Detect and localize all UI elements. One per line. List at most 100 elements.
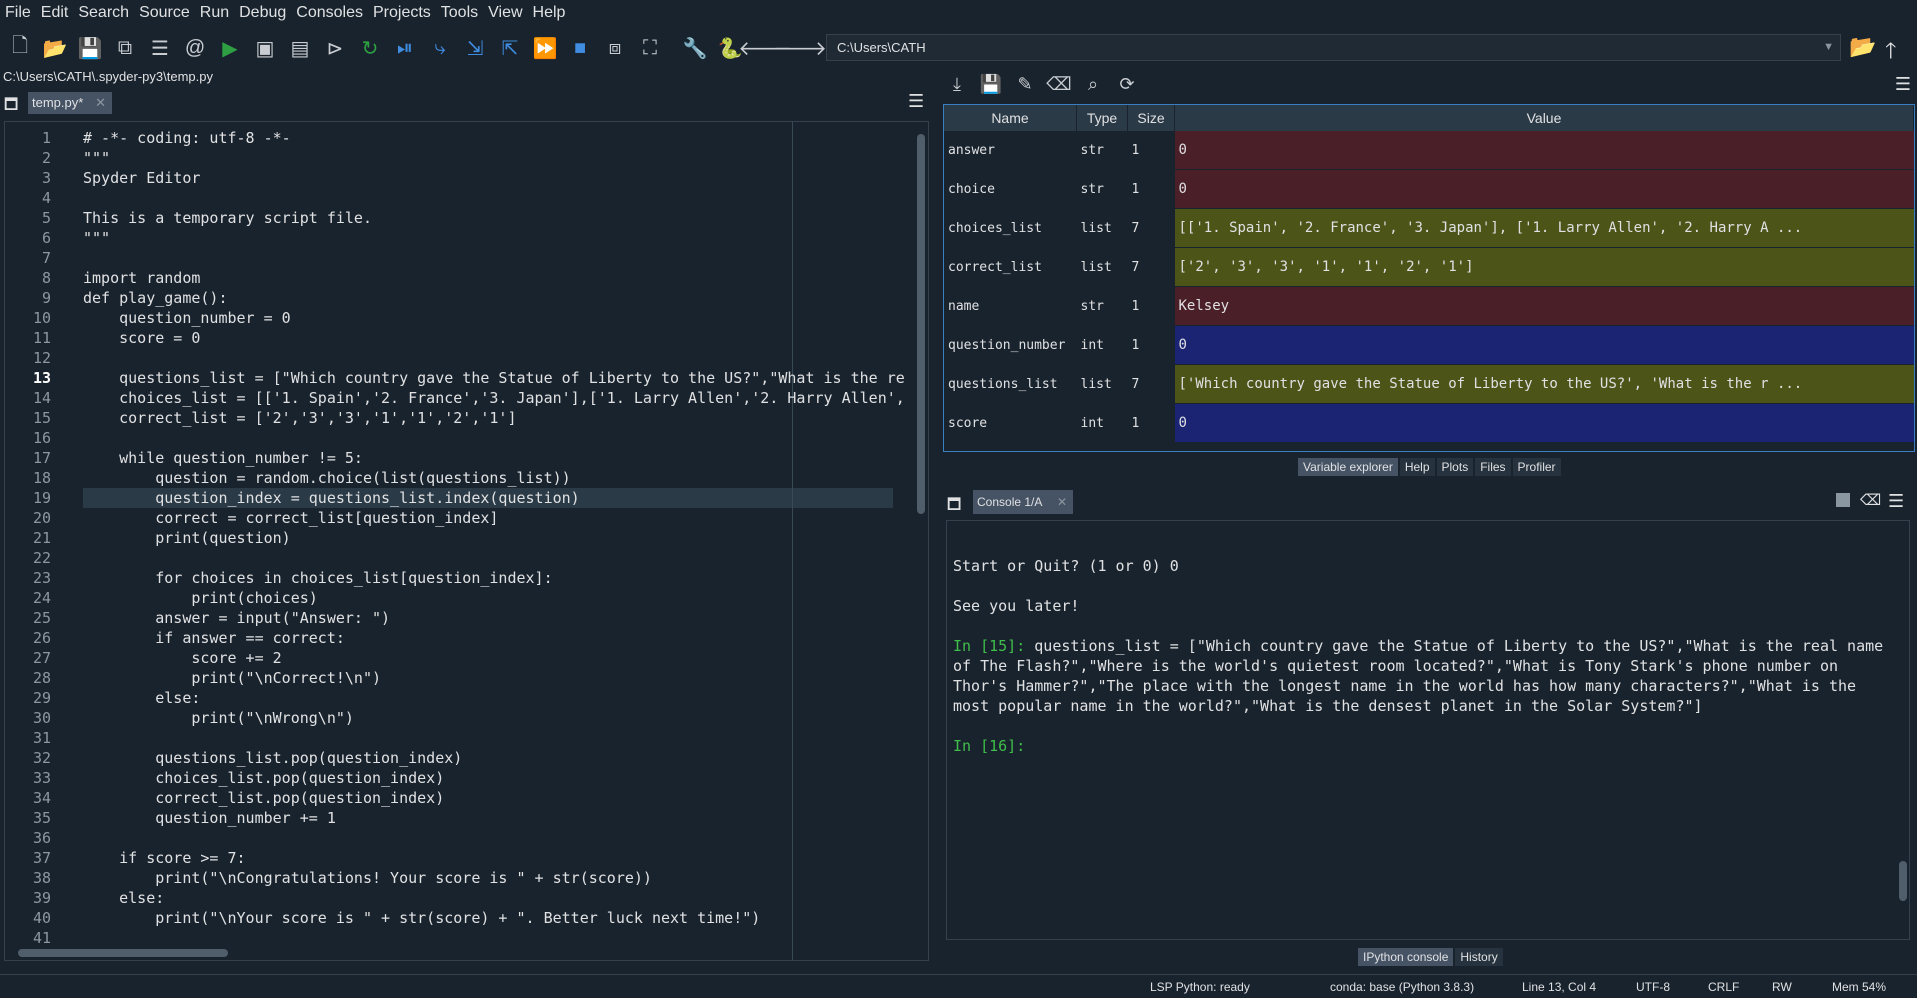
variable-row[interactable]: choices_list list 7 [['1. Spain', '2. Franc… [944,208,1914,248]
stop-icon[interactable]: ■ [564,32,596,64]
code-line[interactable]: else: [83,888,908,908]
run-icon[interactable]: ▶ [214,32,246,64]
close-icon[interactable]: ✕ [95,92,106,114]
forward-icon[interactable]: 🡒 [773,32,827,64]
code-line[interactable]: Spyder Editor [83,168,908,188]
code-line[interactable] [83,188,908,208]
code-line[interactable]: for choices in choices_list[question_ind… [83,568,908,588]
code-line[interactable]: """ [83,228,908,248]
console-scrollbar[interactable] [1899,861,1907,901]
code-line[interactable]: question = random.choice(list(questions_… [83,468,908,488]
save-data-icon[interactable]: 💾 [974,74,1008,95]
code-line[interactable]: print("\nCorrect!\n") [83,668,908,688]
menu-view[interactable]: View [485,4,525,22]
ipython-console[interactable]: Start or Quit? (1 or 0) 0 See you later!… [946,520,1910,940]
variable-row[interactable]: choice str 1 0 [944,169,1914,209]
code-line[interactable] [83,928,908,948]
code-line[interactable] [83,548,908,568]
stop-kernel-icon[interactable] [1836,493,1850,507]
code-line[interactable] [83,348,908,368]
maximize-pane-icon[interactable]: ⧈ [599,32,631,64]
variable-row[interactable]: correct_list list 7 ['2', '3', '3', '1', '1… [944,247,1914,287]
save-data-as-icon[interactable]: ✎ [1008,74,1042,95]
code-line[interactable]: choices_list.pop(question_index) [83,768,908,788]
parent-directory-icon[interactable]: 🡑 [1885,34,1896,72]
code-line[interactable]: def play_game(): [83,288,908,308]
code-line[interactable]: print(question) [83,528,908,548]
browse-folder-icon[interactable]: 📂 [1849,34,1876,60]
variable-row[interactable]: answer str 1 0 [944,131,1914,170]
column-header-size[interactable]: Size [1127,105,1175,131]
step-into-icon[interactable]: ⇲ [459,32,491,64]
tab-help[interactable]: Help [1399,458,1435,476]
tab-variable-explorer[interactable]: Variable explorer [1298,458,1398,476]
browse-tabs-icon[interactable]: 🗖 [947,494,961,519]
eraser-icon[interactable]: ⌫ [1860,491,1881,509]
close-icon[interactable]: ✕ [1057,490,1067,514]
fullscreen-icon[interactable]: ⛶ [634,32,666,64]
vertical-scrollbar[interactable] [917,134,925,514]
variable-row[interactable]: questions_list list 7 ['Which country gave … [944,364,1914,404]
code-line[interactable]: if score >= 7: [83,848,908,868]
hamburger-icon[interactable]: ☰ [1895,74,1911,95]
menu-tools[interactable]: Tools [438,4,481,22]
save-all-icon[interactable]: ⧉ [109,32,141,64]
tab-history[interactable]: History [1455,948,1503,966]
tab-temp-py[interactable]: temp.py* ✕ [28,92,112,114]
code-line[interactable]: question_number += 1 [83,808,908,828]
menu-source[interactable]: Source [136,4,193,22]
code-line[interactable]: while question_number != 5: [83,448,908,468]
code-line[interactable]: question_index = questions_list.index(qu… [83,488,908,508]
variable-row[interactable]: name str 1 Kelsey [944,286,1914,326]
wrench-icon[interactable]: 🔧 [679,32,711,64]
tab-console-1a[interactable]: Console 1/A ✕ [973,490,1073,514]
column-header-name[interactable]: Name [944,105,1077,131]
code-line[interactable] [83,728,908,748]
code-line[interactable]: else: [83,688,908,708]
hamburger-icon[interactable]: ☰ [908,91,924,112]
menu-debug[interactable]: Debug [236,4,289,22]
run-cell-advance-icon[interactable]: ▤ [284,32,316,64]
code-line[interactable]: score = 0 [83,328,908,348]
tab-profiler[interactable]: Profiler [1512,458,1561,476]
column-header-type[interactable]: Type [1076,105,1128,131]
code-line[interactable]: # -*- coding: utf-8 -*- [83,128,908,148]
list-icon[interactable]: ☰ [144,32,176,64]
save-icon[interactable]: 💾 [74,32,106,64]
debug-icon[interactable]: ⏯ [389,32,421,64]
code-line[interactable]: correct_list = ['2','3','3','1','1','2',… [83,408,908,428]
chevron-down-icon[interactable]: ▼ [1823,35,1834,60]
eraser-icon[interactable]: ⌫ [1042,74,1076,95]
open-file-icon[interactable]: 📂 [39,32,71,64]
code-line[interactable]: print("\nYour score is " + str(score) + … [83,908,908,928]
menu-projects[interactable]: Projects [370,4,434,22]
code-line[interactable] [83,828,908,848]
code-line[interactable]: questions_list.pop(question_index) [83,748,908,768]
search-icon[interactable]: ⌕ [1076,74,1110,95]
menu-file[interactable]: File [2,4,34,22]
code-line[interactable]: This is a temporary script file. [83,208,908,228]
code-line[interactable]: correct = correct_list[question_index] [83,508,908,528]
tab-files[interactable]: Files [1475,458,1511,476]
code-line[interactable] [83,248,908,268]
run-selection-icon[interactable]: ⊳ [319,32,351,64]
code-line[interactable]: choices_list = [['1. Spain','2. France',… [83,388,908,408]
code-line[interactable]: print("\nWrong\n") [83,708,908,728]
code-line[interactable]: """ [83,148,908,168]
step-return-icon[interactable]: ⇱ [494,32,526,64]
run-cell-icon[interactable]: ▣ [249,32,281,64]
rerun-icon[interactable]: ↻ [354,32,386,64]
browse-tabs-icon[interactable]: 🗖 [4,94,18,119]
code-line[interactable]: questions_list = ["Which country gave th… [83,368,908,388]
code-line[interactable] [83,428,908,448]
code-line[interactable]: question_number = 0 [83,308,908,328]
new-file-icon[interactable]: 🗋 [4,32,36,64]
code-line[interactable]: import random [83,268,908,288]
code-editor[interactable]: 1 2 3 4 5 6 7 8 9 10 11 12 13 14 15 16 17 18 19 20 21 22 23 24 2… [4,121,929,961]
code-line[interactable]: print(choices) [83,588,908,608]
horizontal-scrollbar[interactable] [18,949,228,957]
import-data-icon[interactable]: ⤓ [940,74,974,95]
variable-row[interactable]: question_number int 1 0 [944,325,1914,365]
menu-consoles[interactable]: Consoles [293,4,366,22]
column-header-value[interactable]: Value [1174,105,1914,131]
